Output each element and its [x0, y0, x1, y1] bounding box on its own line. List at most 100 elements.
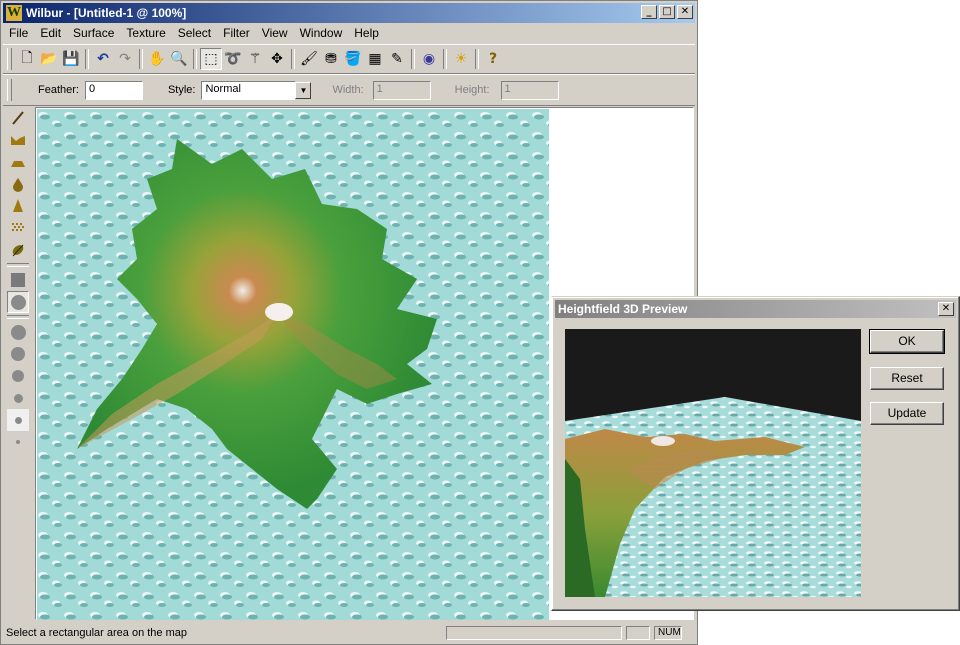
- lasso-icon: ➰: [224, 51, 242, 67]
- zoom-tool-button[interactable]: 🔍: [168, 48, 190, 70]
- brush-size-icon: [11, 347, 25, 361]
- app-logo-icon: W: [6, 5, 22, 21]
- fill-tool-button[interactable]: 🪣: [342, 48, 364, 70]
- square-brush[interactable]: [7, 269, 29, 291]
- menu-filter[interactable]: Filter: [217, 26, 256, 40]
- dialog-title: Heightfield 3D Preview: [558, 302, 688, 316]
- close-button[interactable]: ✕: [677, 5, 693, 19]
- menu-bar: File Edit Surface Texture Select Filter …: [3, 24, 695, 42]
- status-panel-caps: [626, 626, 650, 640]
- tool-separator: [7, 315, 29, 319]
- brush-icon: 🖌: [300, 51, 318, 67]
- paint-brush-tool[interactable]: [7, 107, 29, 129]
- style-select[interactable]: Normal ▼: [201, 80, 312, 100]
- toolbar-separator: [475, 49, 479, 69]
- heightfield-map[interactable]: [37, 109, 549, 620]
- terrain-render: [37, 109, 549, 620]
- 3d-preview-viewport[interactable]: [565, 329, 861, 597]
- width-label: Width:: [332, 84, 364, 96]
- feather-label: Feather:: [38, 84, 79, 96]
- hand-icon: ✋: [148, 51, 166, 67]
- toolbar-separator: [85, 49, 89, 69]
- width-input[interactable]: 1: [372, 80, 431, 100]
- toolbar-grip[interactable]: [7, 48, 12, 70]
- round-brush-icon: [10, 294, 26, 310]
- help-icon: ?: [488, 51, 498, 67]
- toolbar-separator: [443, 49, 447, 69]
- plateau-tool[interactable]: [7, 151, 29, 173]
- new-button[interactable]: 🗋: [16, 48, 38, 70]
- pencil-tool-button[interactable]: ✎: [386, 48, 408, 70]
- lasso-tool-button[interactable]: ➰: [222, 48, 244, 70]
- hand-tool-button[interactable]: ✋: [146, 48, 168, 70]
- save-button[interactable]: 💾: [60, 48, 82, 70]
- reset-button[interactable]: Reset: [870, 367, 944, 390]
- menu-surface[interactable]: Surface: [67, 26, 120, 40]
- stamp-tool-button[interactable]: ⛃: [320, 48, 342, 70]
- options-bar: Feather: 0 Style: Normal ▼ Width: 1 Heig…: [3, 74, 695, 106]
- gradient-tool-button[interactable]: ▦: [364, 48, 386, 70]
- smudge-tool[interactable]: [7, 239, 29, 261]
- feather-input[interactable]: 0: [84, 80, 143, 100]
- toolbar-separator: [411, 49, 415, 69]
- undo-button[interactable]: ↶: [92, 48, 114, 70]
- brush-size-5[interactable]: [7, 409, 29, 431]
- brush-tool-button[interactable]: 🖌: [298, 48, 320, 70]
- toolbar-separator: [193, 49, 197, 69]
- toolbar-separator: [291, 49, 295, 69]
- light-button[interactable]: ☀: [450, 48, 472, 70]
- drop-tool[interactable]: [7, 173, 29, 195]
- title-bar[interactable]: W Wilbur - [Untitled-1 @ 100%] _ □ ✕: [3, 3, 695, 23]
- menu-edit[interactable]: Edit: [34, 26, 67, 40]
- brush-size-6[interactable]: [7, 431, 29, 453]
- redo-icon: ↷: [119, 51, 131, 67]
- dialog-close-button[interactable]: ✕: [938, 302, 954, 316]
- save-icon: 💾: [62, 51, 80, 67]
- noise-tool[interactable]: [7, 217, 29, 239]
- move-icon: ✥: [271, 51, 283, 67]
- update-button[interactable]: Update: [870, 402, 944, 425]
- terrain-3d-render: [565, 329, 861, 597]
- heightfield-preview-dialog: Heightfield 3D Preview ✕ OK Reset Update: [551, 296, 960, 611]
- render-button[interactable]: ◉: [418, 48, 440, 70]
- maximize-button[interactable]: □: [659, 5, 675, 19]
- toolbar-separator: [139, 49, 143, 69]
- peak-tool[interactable]: [7, 195, 29, 217]
- magic-wand-tool-button[interactable]: ⚚: [244, 48, 266, 70]
- menu-select[interactable]: Select: [172, 26, 217, 40]
- move-tool-button[interactable]: ✥: [266, 48, 288, 70]
- new-icon: 🗋: [21, 50, 33, 66]
- brush-size-4[interactable]: [7, 387, 29, 409]
- valley-tool[interactable]: [7, 129, 29, 151]
- light-icon: ☀: [454, 51, 468, 67]
- drop-icon: [13, 178, 23, 192]
- status-message: Select a rectangular area on the map: [6, 627, 188, 639]
- brush-size-2[interactable]: [7, 343, 29, 365]
- chevron-down-icon[interactable]: ▼: [295, 81, 312, 99]
- menu-file[interactable]: File: [3, 26, 34, 40]
- dialog-title-bar[interactable]: Heightfield 3D Preview ✕: [555, 300, 956, 318]
- redo-button[interactable]: ↷: [114, 48, 136, 70]
- pencil-icon: ✎: [391, 51, 403, 67]
- minimize-button[interactable]: _: [641, 5, 657, 19]
- menu-window[interactable]: Window: [294, 26, 349, 40]
- undo-icon: ↶: [97, 51, 109, 67]
- brush-size-1[interactable]: [7, 321, 29, 343]
- options-grip[interactable]: [7, 79, 12, 101]
- style-select-value[interactable]: Normal: [201, 80, 296, 100]
- brush-size-icon: [12, 370, 24, 382]
- menu-help[interactable]: Help: [348, 26, 385, 40]
- brush-size-3[interactable]: [7, 365, 29, 387]
- rect-select-tool-button[interactable]: ⬚: [200, 48, 222, 70]
- height-input[interactable]: 1: [500, 80, 559, 100]
- tool-separator: [7, 263, 29, 267]
- smudge-icon: [12, 244, 24, 257]
- help-button[interactable]: ?: [482, 48, 504, 70]
- status-num: NUM: [654, 626, 682, 640]
- menu-texture[interactable]: Texture: [120, 26, 171, 40]
- open-button[interactable]: 📂: [38, 48, 60, 70]
- menu-view[interactable]: View: [256, 26, 294, 40]
- noise-icon: [12, 223, 24, 231]
- ok-button[interactable]: OK: [869, 329, 945, 354]
- round-brush-selected[interactable]: [7, 291, 29, 313]
